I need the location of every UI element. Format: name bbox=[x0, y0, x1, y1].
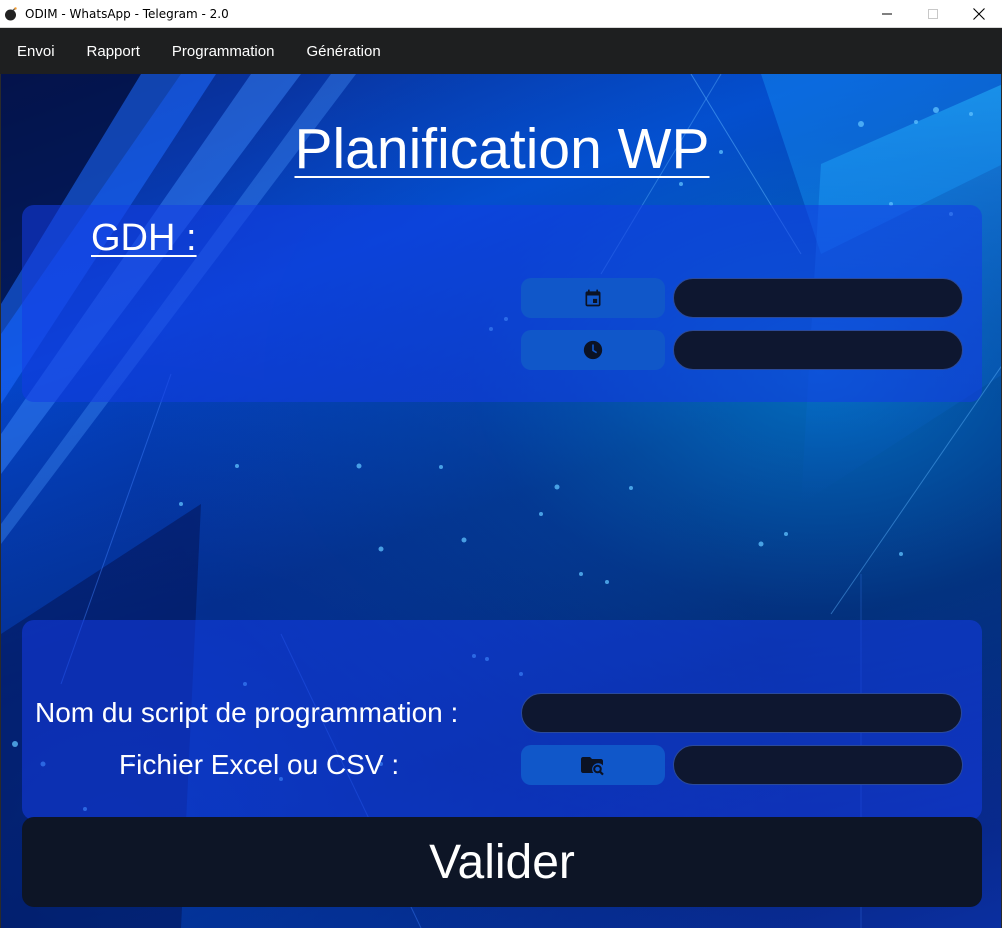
menu-item-envoi[interactable]: Envoi bbox=[17, 43, 55, 60]
file-path-field[interactable] bbox=[673, 745, 963, 785]
script-name-label: Nom du script de programmation : bbox=[35, 697, 459, 728]
maximize-icon bbox=[928, 9, 938, 19]
file-label: Fichier Excel ou CSV : bbox=[119, 749, 400, 780]
file-browse-button[interactable] bbox=[521, 745, 665, 785]
window-title: ODIM - WhatsApp - Telegram - 2.0 bbox=[25, 6, 229, 21]
bomb-icon bbox=[5, 6, 17, 20]
time-picker-button[interactable] bbox=[521, 330, 665, 370]
time-field[interactable] bbox=[673, 330, 963, 370]
date-field[interactable] bbox=[673, 278, 963, 318]
folder-search-icon bbox=[581, 757, 604, 776]
menu-item-rapport[interactable]: Rapport bbox=[87, 43, 140, 60]
gdh-label: GDH : bbox=[91, 217, 197, 259]
close-button[interactable] bbox=[956, 0, 1002, 28]
main-content: Planification WP GDH : Nom du script de … bbox=[0, 74, 1002, 928]
menu-bar: Envoi Rapport Programmation Génération bbox=[0, 28, 1002, 74]
maximize-button[interactable] bbox=[910, 0, 956, 28]
window-controls bbox=[864, 0, 1002, 28]
minimize-button[interactable] bbox=[864, 0, 910, 28]
date-picker-button[interactable] bbox=[521, 278, 665, 318]
validate-button[interactable]: Valider bbox=[22, 817, 982, 907]
menu-item-programmation[interactable]: Programmation bbox=[172, 43, 275, 60]
gdh-panel: GDH : bbox=[22, 205, 982, 402]
menu-item-generation[interactable]: Génération bbox=[306, 43, 380, 60]
script-panel: Nom du script de programmation : Fichier… bbox=[22, 620, 982, 820]
script-name-field[interactable] bbox=[521, 693, 962, 733]
close-icon bbox=[973, 8, 985, 20]
minimize-icon bbox=[882, 13, 892, 15]
clock-icon bbox=[583, 340, 603, 360]
calendar-icon bbox=[585, 289, 601, 307]
page-title: Planification WP bbox=[294, 117, 710, 181]
window-titlebar: ODIM - WhatsApp - Telegram - 2.0 bbox=[0, 0, 1002, 28]
